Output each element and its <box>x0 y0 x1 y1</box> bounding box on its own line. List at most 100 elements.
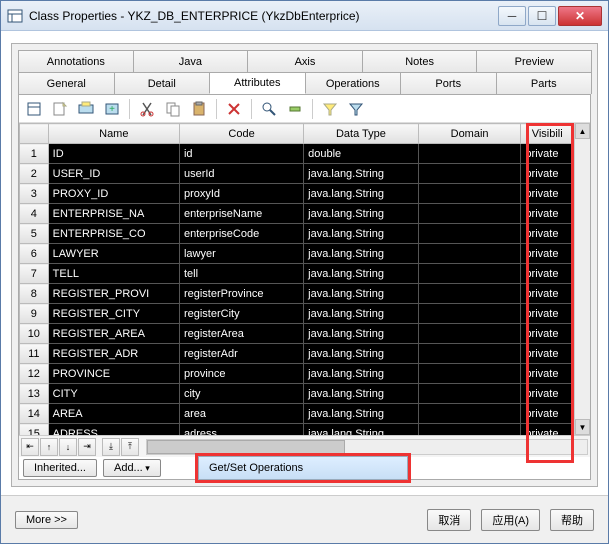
row-number[interactable]: 9 <box>20 304 49 324</box>
row-number[interactable]: 15 <box>20 424 49 436</box>
cell-visibility[interactable]: private <box>521 304 574 324</box>
cell-visibility[interactable]: private <box>521 184 574 204</box>
cell-code[interactable]: registerProvince <box>179 284 303 304</box>
nav-prev-icon[interactable]: ↑ <box>40 438 58 456</box>
cell-name[interactable]: TELL <box>48 264 179 284</box>
cell-code[interactable]: proxyId <box>179 184 303 204</box>
cell-name[interactable]: PROVINCE <box>48 364 179 384</box>
cell-datatype[interactable]: double <box>304 144 419 164</box>
cell-domain[interactable] <box>418 144 521 164</box>
table-row[interactable]: 13CITYcityjava.lang.Stringprivate <box>20 384 574 404</box>
cell-datatype[interactable]: java.lang.String <box>304 304 419 324</box>
cell-datatype[interactable]: java.lang.String <box>304 164 419 184</box>
cell-domain[interactable] <box>418 344 521 364</box>
col-name[interactable]: Name <box>48 124 179 144</box>
more-button[interactable]: More >> <box>15 511 78 529</box>
copy-icon[interactable] <box>162 98 184 120</box>
cell-name[interactable]: LAWYER <box>48 244 179 264</box>
inherited-button[interactable]: Inherited... <box>23 459 97 477</box>
cell-name[interactable]: ENTERPRISE_CO <box>48 224 179 244</box>
cell-visibility[interactable]: private <box>521 344 574 364</box>
tab-detail[interactable]: Detail <box>114 72 211 94</box>
tab-java[interactable]: Java <box>133 50 249 72</box>
cell-code[interactable]: area <box>179 404 303 424</box>
table-row[interactable]: 7TELLtelljava.lang.Stringprivate <box>20 264 574 284</box>
cut-icon[interactable] <box>136 98 158 120</box>
table-row[interactable]: 14AREAareajava.lang.Stringprivate <box>20 404 574 424</box>
col-visibility[interactable]: Visibili <box>521 124 574 144</box>
cell-code[interactable]: province <box>179 364 303 384</box>
table-row[interactable]: 8REGISTER_PROVIregisterProvincejava.lang… <box>20 284 574 304</box>
nav-up-all-icon[interactable]: ⤒ <box>121 438 139 456</box>
col-datatype[interactable]: Data Type <box>304 124 419 144</box>
tab-ports[interactable]: Ports <box>400 72 497 94</box>
table-row[interactable]: 3PROXY_IDproxyIdjava.lang.Stringprivate <box>20 184 574 204</box>
tab-axis[interactable]: Axis <box>247 50 363 72</box>
nav-first-icon[interactable]: ⇤ <box>21 438 39 456</box>
cell-datatype[interactable]: java.lang.String <box>304 404 419 424</box>
cell-domain[interactable] <box>418 424 521 436</box>
cell-name[interactable]: USER_ID <box>48 164 179 184</box>
nav-next-icon[interactable]: ↓ <box>59 438 77 456</box>
cell-datatype[interactable]: java.lang.String <box>304 264 419 284</box>
cell-datatype[interactable]: java.lang.String <box>304 364 419 384</box>
cell-code[interactable]: lawyer <box>179 244 303 264</box>
row-number[interactable]: 4 <box>20 204 49 224</box>
cell-domain[interactable] <box>418 264 521 284</box>
cell-domain[interactable] <box>418 184 521 204</box>
table-row[interactable]: 2USER_IDuserIdjava.lang.Stringprivate <box>20 164 574 184</box>
scroll-up-icon[interactable]: ▲ <box>575 123 590 139</box>
row-number[interactable]: 7 <box>20 264 49 284</box>
maximize-button[interactable]: ☐ <box>528 6 556 26</box>
cell-visibility[interactable]: private <box>521 404 574 424</box>
cell-name[interactable]: CITY <box>48 384 179 404</box>
cell-code[interactable]: userId <box>179 164 303 184</box>
customize-icon[interactable] <box>345 98 367 120</box>
col-code[interactable]: Code <box>179 124 303 144</box>
cell-datatype[interactable]: java.lang.String <box>304 344 419 364</box>
paste-icon[interactable] <box>188 98 210 120</box>
add-icon[interactable]: + <box>101 98 123 120</box>
tool-icon[interactable] <box>284 98 306 120</box>
cell-datatype[interactable]: java.lang.String <box>304 384 419 404</box>
cell-code[interactable]: adress <box>179 424 303 436</box>
cell-name[interactable]: REGISTER_AREA <box>48 324 179 344</box>
cell-visibility[interactable]: private <box>521 364 574 384</box>
cell-name[interactable]: ENTERPRISE_NA <box>48 204 179 224</box>
table-row[interactable]: 1IDiddoubleprivate <box>20 144 574 164</box>
cell-domain[interactable] <box>418 304 521 324</box>
cell-name[interactable]: PROXY_ID <box>48 184 179 204</box>
tab-annotations[interactable]: Annotations <box>18 50 134 72</box>
properties-icon[interactable] <box>23 98 45 120</box>
row-number[interactable]: 1 <box>20 144 49 164</box>
titlebar[interactable]: Class Properties - YKZ_DB_ENTERPRICE (Yk… <box>1 1 608 31</box>
help-button[interactable]: 帮助 <box>550 509 594 531</box>
table-row[interactable]: 15ADRESSadressjava.lang.Stringprivate <box>20 424 574 436</box>
cell-code[interactable]: registerArea <box>179 324 303 344</box>
cell-visibility[interactable]: private <box>521 324 574 344</box>
row-number[interactable]: 8 <box>20 284 49 304</box>
row-number[interactable]: 10 <box>20 324 49 344</box>
cell-visibility[interactable]: private <box>521 424 574 436</box>
tab-general[interactable]: General <box>18 72 115 94</box>
cell-name[interactable]: AREA <box>48 404 179 424</box>
cell-domain[interactable] <box>418 384 521 404</box>
cell-code[interactable]: id <box>179 144 303 164</box>
cell-code[interactable]: city <box>179 384 303 404</box>
cell-code[interactable]: registerCity <box>179 304 303 324</box>
cell-domain[interactable] <box>418 404 521 424</box>
close-button[interactable]: ✕ <box>558 6 602 26</box>
row-number[interactable]: 12 <box>20 364 49 384</box>
tab-notes[interactable]: Notes <box>362 50 478 72</box>
table-row[interactable]: 6LAWYERlawyerjava.lang.Stringprivate <box>20 244 574 264</box>
table-row[interactable]: 10REGISTER_AREAregisterAreajava.lang.Str… <box>20 324 574 344</box>
tab-preview[interactable]: Preview <box>476 50 592 72</box>
menu-item-getset[interactable]: Get/Set Operations <box>198 456 408 480</box>
cell-name[interactable]: REGISTER_PROVI <box>48 284 179 304</box>
tab-operations[interactable]: Operations <box>305 72 402 94</box>
cell-code[interactable]: enterpriseCode <box>179 224 303 244</box>
cell-datatype[interactable]: java.lang.String <box>304 244 419 264</box>
tab-parts[interactable]: Parts <box>496 72 593 94</box>
cell-code[interactable]: enterpriseName <box>179 204 303 224</box>
nav-last-icon[interactable]: ⇥ <box>78 438 96 456</box>
